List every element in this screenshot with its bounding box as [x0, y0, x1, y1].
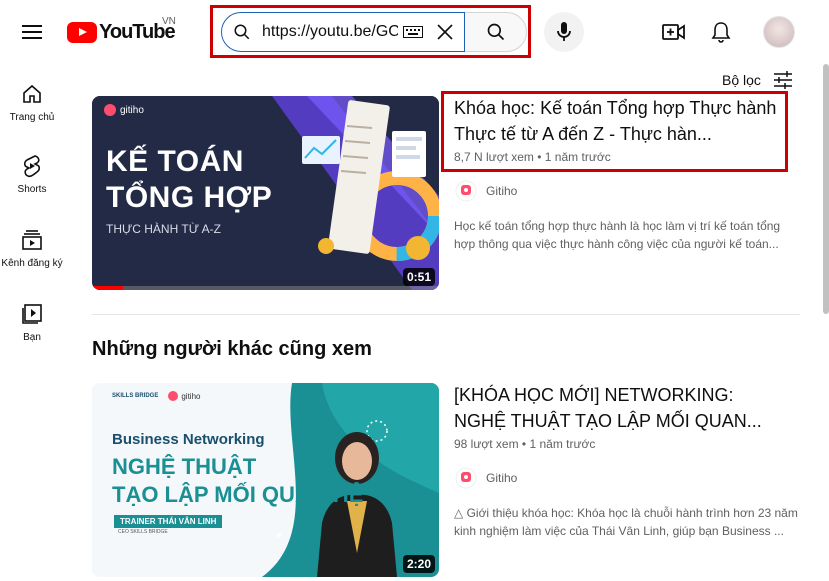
meta-separator: •	[533, 150, 545, 164]
thumbnail-heading-2: TỔNG HỢP	[106, 181, 273, 214]
clear-search-button[interactable]	[430, 17, 460, 47]
video-metadata: 98 lượt xem • 1 năm trước	[454, 437, 595, 451]
search-input[interactable]	[262, 23, 398, 41]
you-icon	[20, 302, 44, 326]
keyboard-icon[interactable]	[402, 25, 424, 39]
microphone-icon	[557, 22, 571, 41]
thumbnail-heading-3: TẠO LẬP MỐI QUAN HỆ	[112, 482, 364, 507]
gitiho-logo-icon	[168, 391, 179, 401]
progress-remaining	[123, 286, 439, 290]
sidebar-item-label: Kênh đăng ký	[1, 258, 63, 269]
sidebar-item-label: Trang chủ	[9, 112, 55, 123]
thumbnail-brand-bar: SKILLS BRIDGE gitiho	[112, 391, 200, 401]
watched-progress-bar	[92, 286, 124, 290]
gitiho-watermark: gitiho	[104, 104, 144, 116]
hamburger-icon	[22, 25, 42, 39]
search-button[interactable]	[465, 12, 527, 52]
home-icon	[20, 82, 44, 106]
view-count: 98 lượt xem	[454, 437, 519, 451]
thumbnail-heading-2: NGHỆ THUẬT	[112, 454, 257, 479]
youtube-play-icon	[67, 21, 97, 43]
search-filter-button[interactable]: Bộ lọc	[722, 68, 795, 92]
search-box[interactable]	[221, 12, 465, 52]
country-code: VN	[162, 16, 176, 27]
shelf-title: Những người khác cũng xem	[92, 338, 372, 360]
video-metadata: 8,7 N lượt xem • 1 năm trước	[454, 150, 611, 164]
channel-name[interactable]: Gitiho	[486, 471, 517, 485]
sidebar-item-label: Shorts	[17, 184, 47, 195]
sidebar-item-label: Bạn	[23, 332, 41, 343]
gitiho-logo-icon	[455, 467, 477, 489]
trainer-subtitle: CEO SKILLS BRIDGE	[118, 529, 168, 535]
filter-label: Bộ lọc	[722, 72, 761, 88]
section-divider	[92, 314, 800, 315]
close-icon	[437, 24, 453, 40]
video-thumbnail[interactable]: SKILLS BRIDGE gitiho Business Networking…	[92, 383, 439, 577]
video-title[interactable]: Khóa học: Kế toán Tổng hợp Thực hành Thự…	[454, 95, 779, 147]
channel-name[interactable]: Gitiho	[486, 184, 517, 198]
notifications-button[interactable]	[703, 14, 739, 50]
video-description: Học kế toán tổng hợp thực hành là học là…	[454, 219, 781, 251]
channel-avatar[interactable]	[454, 466, 478, 490]
bell-icon	[711, 22, 731, 43]
sidebar-item-shorts[interactable]: Shorts	[0, 154, 64, 195]
video-duration: 2:20	[402, 555, 435, 573]
thumbnail-subtitle: THỰC HÀNH TỪ A-Z	[106, 222, 221, 236]
channel-avatar[interactable]	[454, 179, 478, 203]
sidebar-item-home[interactable]: Trang chủ	[0, 82, 64, 123]
video-description: △ Giới thiệu khóa học: Khóa học là chuỗi…	[454, 506, 798, 538]
video-duration: 0:51	[402, 268, 435, 286]
trainer-badge: TRAINER THÁI VÂN LINH	[114, 515, 223, 528]
skills-bridge-brand: SKILLS BRIDGE	[112, 393, 159, 399]
subscriptions-icon	[20, 228, 44, 252]
guide-menu-button[interactable]	[14, 14, 50, 50]
youtube-logo[interactable]: YouTube	[67, 20, 176, 44]
sidebar-item-you[interactable]: Bạn	[0, 302, 64, 343]
view-count: 8,7 N lượt xem	[454, 150, 534, 164]
channel-info[interactable]: Gitiho	[454, 179, 517, 203]
video-thumbnail[interactable]: gitiho KẾ TOÁN TỔNG HỢP THỰC HÀNH TỪ A-Z…	[92, 96, 439, 290]
thumbnail-brand: gitiho	[120, 104, 144, 116]
gitiho-logo-icon	[104, 104, 116, 116]
thumbnail-brand: gitiho	[181, 391, 201, 401]
voice-search-button[interactable]	[544, 12, 584, 52]
channel-info[interactable]: Gitiho	[454, 466, 517, 490]
video-title[interactable]: [KHÓA HỌC MỚI] NETWORKING: NGHỆ THUẬT TẠ…	[454, 382, 779, 434]
search-icon	[222, 23, 262, 41]
video-camera-plus-icon	[662, 24, 685, 40]
thumbnail-heading-1: Business Networking	[112, 431, 265, 448]
published-time: 1 năm trước	[529, 437, 596, 451]
search-icon	[487, 23, 504, 41]
shorts-icon	[20, 154, 44, 178]
thumbnail-heading-1: KẾ TOÁN	[106, 145, 244, 178]
sidebar-item-subscriptions[interactable]: Kênh đăng ký	[0, 228, 64, 269]
filter-icon	[771, 68, 795, 92]
gitiho-logo-icon	[455, 180, 477, 202]
create-button[interactable]	[656, 14, 692, 50]
published-time: 1 năm trước	[544, 150, 611, 164]
masthead: YouTube VN	[0, 0, 829, 64]
meta-separator: •	[518, 437, 530, 451]
account-avatar[interactable]	[763, 16, 795, 48]
page-scrollbar[interactable]	[823, 64, 829, 314]
